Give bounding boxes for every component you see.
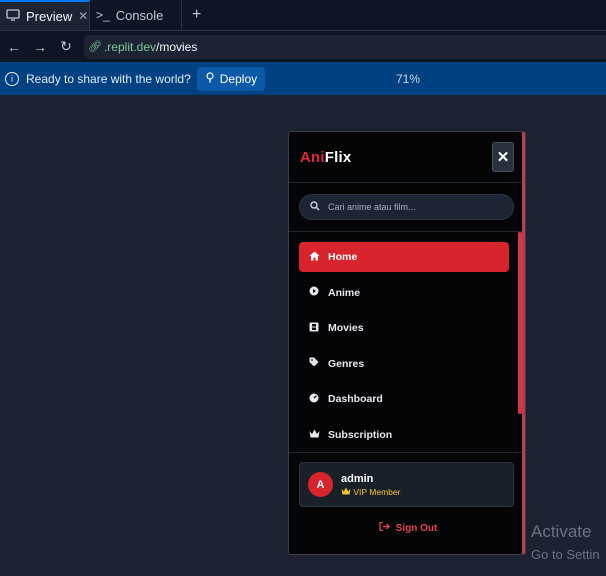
sidebar-item-anime[interactable]: Anime: [299, 278, 509, 308]
search-placeholder: Cari anime atau film...: [328, 202, 416, 212]
user-info: admin VIP Member: [341, 473, 400, 497]
address-field[interactable]: 🔗︎ .replit.dev /movies: [84, 34, 606, 59]
forward-arrow-icon[interactable]: →: [32, 39, 48, 55]
go-to-settings-watermark: Go to Settin: [531, 547, 600, 562]
tab-preview[interactable]: Preview ✕: [0, 0, 90, 30]
divider: [289, 182, 525, 183]
film-icon: [308, 322, 320, 335]
play-circle-icon: [308, 286, 320, 299]
tab-console[interactable]: >_ Console: [90, 0, 182, 30]
brand-prefix: Ani: [300, 149, 325, 166]
divider: [289, 452, 525, 453]
monitor-icon: [6, 8, 20, 24]
sidebar-item-home[interactable]: Home: [299, 242, 509, 272]
deploy-banner: i Ready to share with the world? Deploy …: [0, 62, 606, 95]
crown-icon: [308, 429, 320, 441]
sidebar-item-dashboard[interactable]: Dashboard: [299, 384, 509, 414]
sign-out-button[interactable]: Sign Out: [289, 521, 525, 534]
vip-badge-label: VIP Member: [353, 486, 401, 497]
reload-icon[interactable]: ↻: [58, 38, 74, 55]
search-input[interactable]: Cari anime atau film...: [299, 194, 514, 220]
deploy-button-label: Deploy: [219, 71, 258, 86]
url-bar: ← → ↻ 🔗︎ .replit.dev /movies: [0, 31, 606, 62]
back-arrow-icon[interactable]: ←: [6, 39, 22, 55]
tab-console-label: Console: [115, 7, 164, 23]
sidebar-item-label: Genres: [328, 357, 365, 370]
url-host: .replit.dev: [103, 39, 156, 54]
tab-bar: Preview ✕ >_ Console +: [0, 0, 606, 31]
avatar: A: [308, 472, 333, 497]
tab-preview-label: Preview: [26, 8, 73, 24]
add-tab-button[interactable]: +: [182, 0, 211, 30]
sidebar-item-movies[interactable]: Movies: [299, 313, 509, 343]
home-icon: [308, 251, 320, 264]
sidebar-item-label: Dashboard: [328, 393, 383, 405]
user-name: admin: [341, 472, 374, 485]
panel-scrollbar[interactable]: [522, 132, 525, 554]
link-icon: 🔗︎: [88, 41, 102, 53]
deploy-pin-icon: [205, 71, 215, 86]
brand-suffix: Flix: [324, 149, 352, 166]
info-icon: i: [5, 71, 19, 86]
sidebar-item-subscription[interactable]: Subscription: [299, 420, 509, 450]
sign-out-icon: [379, 521, 390, 534]
plus-icon: +: [192, 6, 202, 23]
sidebar-item-label: Movies: [328, 322, 364, 334]
terminal-icon: >_: [96, 8, 110, 22]
sidebar-item-label: Subscription: [328, 428, 393, 441]
deploy-button[interactable]: Deploy: [196, 66, 266, 91]
sidebar-item-label: Home: [328, 251, 358, 263]
gauge-icon: [308, 393, 320, 406]
search-icon: [310, 200, 320, 214]
crown-icon: [341, 486, 353, 497]
user-card[interactable]: A admin VIP Member: [299, 462, 514, 507]
sidebar-item-label: Anime: [328, 286, 361, 299]
activate-watermark: Activate: [531, 522, 592, 541]
sidebar-item-genres[interactable]: Genres: [299, 349, 509, 379]
tag-icon: [308, 357, 320, 370]
sign-out-label: Sign Out: [395, 522, 438, 534]
close-sidebar-button[interactable]: ✕: [492, 142, 514, 172]
deploy-message: Ready to share with the world?: [26, 71, 191, 86]
brand-logo[interactable]: AniFlix: [300, 149, 351, 166]
sidebar-nav: Home Anime Movies Genres Dashboard Subsc…: [299, 242, 509, 455]
divider: [289, 231, 525, 232]
zoom-level: 71%: [396, 72, 421, 86]
aniflix-sidebar: AniFlix ✕ Cari anime atau film... Home A…: [288, 131, 526, 555]
close-icon: ✕: [496, 149, 510, 166]
close-icon[interactable]: ✕: [78, 9, 88, 23]
vip-badge: VIP Member: [341, 487, 400, 497]
url-path: /movies: [156, 39, 198, 54]
